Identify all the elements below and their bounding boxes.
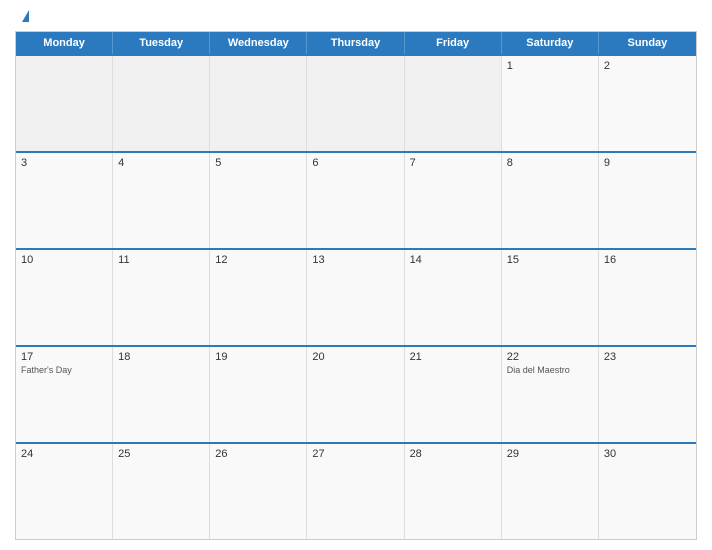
day-number: 28 xyxy=(410,448,496,460)
calendar-header: MondayTuesdayWednesdayThursdayFridaySatu… xyxy=(16,32,696,54)
day-number: 10 xyxy=(21,254,107,266)
day-number: 12 xyxy=(215,254,301,266)
day-number: 14 xyxy=(410,254,496,266)
calendar-cell: 28 xyxy=(405,444,502,539)
calendar-cell: 30 xyxy=(599,444,696,539)
calendar-cell: 1 xyxy=(502,56,599,151)
day-number: 8 xyxy=(507,157,593,169)
calendar-cell: 12 xyxy=(210,250,307,345)
day-number: 15 xyxy=(507,254,593,266)
calendar-cell: 10 xyxy=(16,250,113,345)
day-number: 26 xyxy=(215,448,301,460)
day-number: 11 xyxy=(118,254,204,266)
day-number: 25 xyxy=(118,448,204,460)
day-number: 29 xyxy=(507,448,593,460)
calendar-cell: 7 xyxy=(405,153,502,248)
calendar-cell: 27 xyxy=(307,444,404,539)
calendar-cell xyxy=(16,56,113,151)
day-number: 18 xyxy=(118,351,204,363)
day-number: 30 xyxy=(604,448,691,460)
calendar-cell: 16 xyxy=(599,250,696,345)
calendar-week-4: 17Father's Day1819202122Dia del Maestro2… xyxy=(16,345,696,442)
calendar-cell: 3 xyxy=(16,153,113,248)
day-number: 5 xyxy=(215,157,301,169)
day-number: 22 xyxy=(507,351,593,363)
calendar-cell: 21 xyxy=(405,347,502,442)
calendar-cell: 13 xyxy=(307,250,404,345)
header xyxy=(15,10,697,23)
day-header-tuesday: Tuesday xyxy=(113,32,210,54)
calendar-cell: 22 Dia del Maestro xyxy=(502,347,599,442)
day-header-thursday: Thursday xyxy=(307,32,404,54)
day-number: 3 xyxy=(21,157,107,169)
calendar-cell: 14 xyxy=(405,250,502,345)
calendar-cell: 8 xyxy=(502,153,599,248)
holiday-label: Father's Day xyxy=(21,365,107,376)
calendar-cell: 23 xyxy=(599,347,696,442)
calendar-cell: 5 xyxy=(210,153,307,248)
day-number: 9 xyxy=(604,157,691,169)
calendar-cell: 9 xyxy=(599,153,696,248)
day-number: 27 xyxy=(312,448,398,460)
day-number: 20 xyxy=(312,351,398,363)
day-number: 13 xyxy=(312,254,398,266)
day-header-sunday: Sunday xyxy=(599,32,696,54)
calendar-cell: 19 xyxy=(210,347,307,442)
day-number: 16 xyxy=(604,254,691,266)
logo-triangle-icon xyxy=(22,10,29,22)
calendar-week-5: 24 25 26 27 28 29 30 xyxy=(16,442,696,539)
day-number: 2 xyxy=(604,60,691,72)
calendar-cell xyxy=(307,56,404,151)
day-header-monday: Monday xyxy=(16,32,113,54)
calendar-week-3: 10 11 12 13 14 15 16 xyxy=(16,248,696,345)
day-number: 1 xyxy=(507,60,593,72)
logo xyxy=(20,10,29,23)
holiday-label: Dia del Maestro xyxy=(507,365,593,376)
day-number: 19 xyxy=(215,351,301,363)
day-number: 6 xyxy=(312,157,398,169)
calendar-body: 1234567891011121314151617Father's Day181… xyxy=(16,54,696,539)
calendar-cell: 15 xyxy=(502,250,599,345)
calendar-cell: 2 xyxy=(599,56,696,151)
calendar-cell: 29 xyxy=(502,444,599,539)
calendar-cell: 4 xyxy=(113,153,210,248)
calendar-week-1: 12 xyxy=(16,54,696,151)
page: MondayTuesdayWednesdayThursdayFridaySatu… xyxy=(0,0,712,550)
calendar-week-2: 3456789 xyxy=(16,151,696,248)
calendar: MondayTuesdayWednesdayThursdayFridaySatu… xyxy=(15,31,697,540)
day-number: 4 xyxy=(118,157,204,169)
calendar-cell xyxy=(210,56,307,151)
calendar-cell: 6 xyxy=(307,153,404,248)
calendar-cell: 24 xyxy=(16,444,113,539)
day-header-friday: Friday xyxy=(405,32,502,54)
calendar-cell: 11 xyxy=(113,250,210,345)
day-number: 17 xyxy=(21,351,107,363)
calendar-cell: 17 Father's Day xyxy=(16,347,113,442)
calendar-cell xyxy=(113,56,210,151)
calendar-cell: 18 xyxy=(113,347,210,442)
calendar-cell: 25 xyxy=(113,444,210,539)
day-header-wednesday: Wednesday xyxy=(210,32,307,54)
calendar-cell xyxy=(405,56,502,151)
day-number: 7 xyxy=(410,157,496,169)
calendar-cell: 26 xyxy=(210,444,307,539)
day-number: 23 xyxy=(604,351,691,363)
day-header-saturday: Saturday xyxy=(502,32,599,54)
calendar-cell: 20 xyxy=(307,347,404,442)
day-number: 21 xyxy=(410,351,496,363)
day-number: 24 xyxy=(21,448,107,460)
